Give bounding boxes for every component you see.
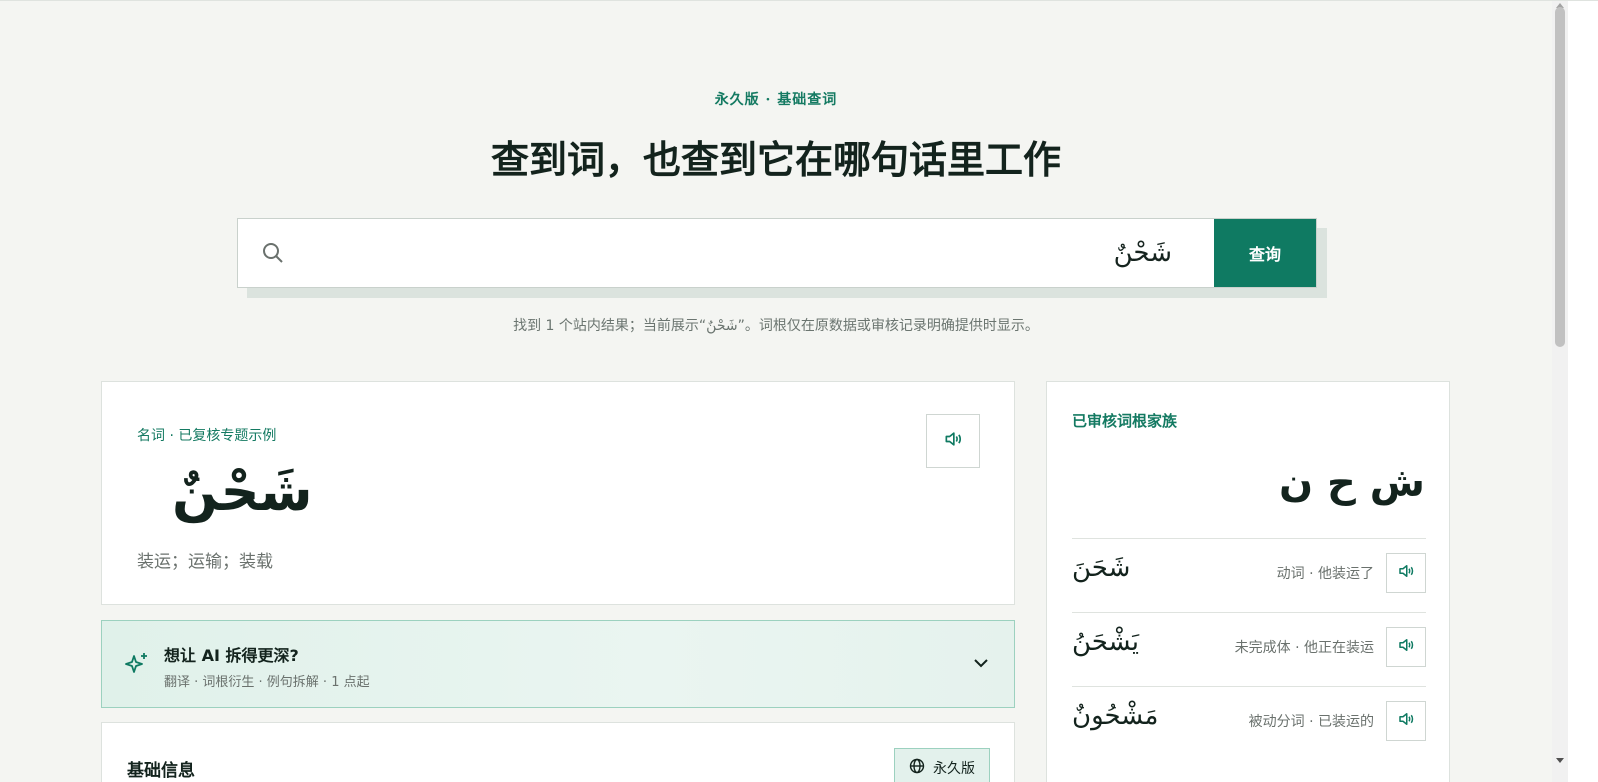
play-audio-button[interactable] bbox=[1386, 701, 1426, 741]
root-item-arabic: يَشْحَنُ bbox=[1072, 627, 1140, 657]
search-input[interactable] bbox=[308, 219, 1214, 287]
page: 永久版 · 基础查词 查到词，也查到它在哪句话里工作 查询 找到 1 个站内结果… bbox=[0, 1, 1552, 782]
word-gloss: 装运；运输；装载 bbox=[137, 552, 273, 572]
scroll-down-icon[interactable] bbox=[1556, 758, 1564, 763]
word-card: 名词 · 已复核专题示例 شَحْنٌ 装运；运输；装载 bbox=[101, 381, 1015, 605]
sparkle-icon bbox=[124, 651, 150, 681]
root-letters: ش ح ن bbox=[1278, 460, 1425, 506]
root-family-heading: 已审核词根家族 bbox=[1072, 412, 1178, 430]
speaker-icon bbox=[1397, 562, 1415, 584]
root-item-desc: 未完成体 · 他正在装运 bbox=[1234, 640, 1374, 656]
play-audio-button[interactable] bbox=[926, 414, 980, 468]
speaker-icon bbox=[1397, 636, 1415, 658]
ai-panel-subtitle: 翻译 · 词根衍生 · 例句拆解 · 1 点起 bbox=[164, 675, 370, 690]
scrollbar-thumb[interactable] bbox=[1555, 7, 1565, 347]
window-edge bbox=[1568, 1, 1598, 782]
word-meta: 名词 · 已复核专题示例 bbox=[137, 428, 277, 444]
play-audio-button[interactable] bbox=[1386, 627, 1426, 667]
play-audio-button[interactable] bbox=[1386, 553, 1426, 593]
hero-eyebrow: 永久版 · 基础查词 bbox=[714, 92, 838, 108]
ai-panel-title: 想让 AI 拆得更深? bbox=[164, 646, 299, 665]
search-button[interactable]: 查询 bbox=[1214, 219, 1316, 287]
word-arabic: شَحْنٌ bbox=[172, 460, 313, 523]
basic-info-card: 基础信息 永久版 bbox=[101, 722, 1015, 782]
root-family-item: يَشْحَنُ 未完成体 · 他正在装运 bbox=[1072, 612, 1426, 686]
edition-badge: 永久版 bbox=[894, 748, 990, 782]
root-item-desc: 被动分词 · 已装运的 bbox=[1248, 714, 1374, 730]
edition-badge-label: 永久版 bbox=[933, 761, 975, 777]
basic-info-title: 基础信息 bbox=[127, 761, 195, 781]
search-icon bbox=[238, 219, 308, 287]
result-note: 找到 1 个站内结果；当前展示“شَحْنٌ”。词根仅在原数据或审核记录明确提供… bbox=[513, 318, 1039, 334]
root-family-card: 已审核词根家族 ش ح ن شَحَنَ 动词 · 他装运了 يَشْحَنُ … bbox=[1046, 381, 1450, 782]
root-item-arabic: شَحَنَ bbox=[1072, 553, 1131, 583]
root-family-item: مَشْحُونٌ 被动分词 · 已装运的 bbox=[1072, 686, 1426, 760]
vertical-scrollbar[interactable] bbox=[1552, 1, 1568, 782]
root-item-arabic: مَشْحُونٌ bbox=[1072, 701, 1159, 731]
speaker-icon bbox=[943, 429, 963, 453]
globe-icon bbox=[909, 758, 925, 778]
chevron-down-icon[interactable] bbox=[972, 654, 990, 676]
root-family-item: شَحَنَ 动词 · 他装运了 bbox=[1072, 538, 1426, 612]
page-title: 查到词，也查到它在哪句话里工作 bbox=[490, 137, 1061, 182]
ai-deep-dive-panel[interactable]: 想让 AI 拆得更深? 翻译 · 词根衍生 · 例句拆解 · 1 点起 bbox=[101, 620, 1015, 708]
search-bar: 查询 bbox=[237, 218, 1317, 288]
root-item-desc: 动词 · 他装运了 bbox=[1276, 566, 1374, 582]
speaker-icon bbox=[1397, 710, 1415, 732]
